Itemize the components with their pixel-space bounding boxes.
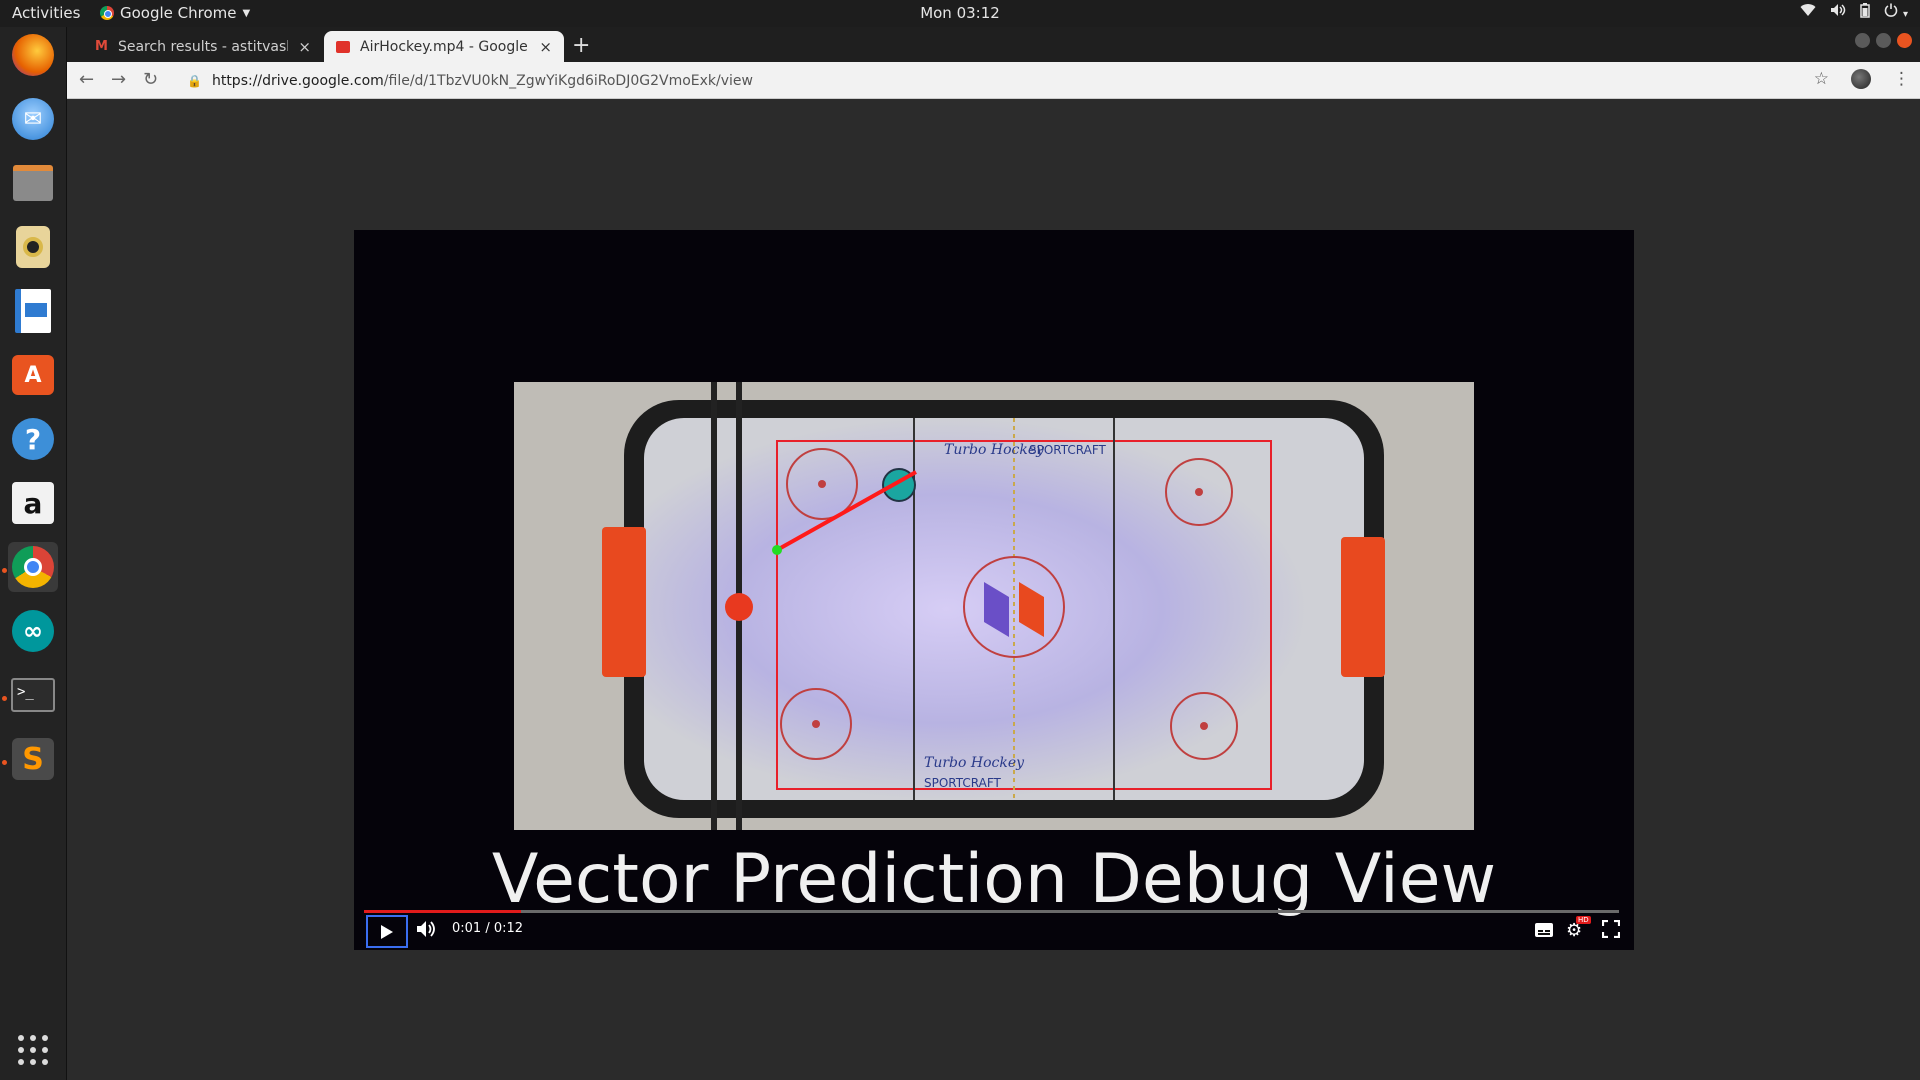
progress-bar[interactable]	[364, 910, 1619, 913]
tab-strip: M Search results - astitvash × AirHockey…	[67, 27, 1920, 62]
settings-button[interactable]: ⚙ HD	[1566, 916, 1591, 941]
maximize-button[interactable]	[1876, 33, 1891, 48]
air-hockey-table-image: Turbo Hockey Turbo Hockey SPORTCRAFT SPO…	[514, 382, 1474, 830]
dock-arduino[interactable]: ∞	[8, 606, 58, 656]
minimize-button[interactable]	[1855, 33, 1870, 48]
captions-button[interactable]	[1534, 922, 1554, 943]
volume-icon	[417, 921, 435, 937]
shopping-bag-icon: A	[12, 355, 54, 395]
power-icon[interactable]: ▾	[1884, 3, 1908, 22]
reload-icon[interactable]: ↻	[143, 69, 158, 90]
close-window-button[interactable]	[1897, 33, 1912, 48]
table-brand-bottom: Turbo Hockey	[924, 755, 1025, 771]
progress-fill	[364, 910, 521, 913]
fullscreen-icon	[1601, 919, 1621, 939]
address-bar[interactable]: 🔒 https://drive.google.com/file/d/1TbzVU…	[177, 66, 1857, 95]
profile-avatar[interactable]	[1851, 69, 1871, 89]
back-arrow-icon[interactable]: ←	[79, 69, 94, 90]
dock-rhythmbox[interactable]	[8, 222, 58, 272]
tab-airhockey-video[interactable]: AirHockey.mp4 - Google D ×	[324, 31, 564, 62]
amazon-icon: a	[12, 482, 54, 524]
chrome-icon	[12, 546, 54, 588]
tab-search-results[interactable]: M Search results - astitvash ×	[83, 31, 323, 62]
dock-writer[interactable]	[8, 286, 58, 336]
drive-viewer: Turbo Hockey Turbo Hockey SPORTCRAFT SPO…	[67, 99, 1920, 1080]
battery-icon[interactable]	[1860, 3, 1870, 22]
wifi-icon[interactable]	[1800, 3, 1816, 22]
video-player[interactable]: Turbo Hockey Turbo Hockey SPORTCRAFT SPO…	[354, 230, 1634, 950]
video-controls: 0:01 / 0:12 ⚙ HD	[354, 910, 1634, 950]
close-tab-icon[interactable]: ×	[539, 38, 552, 56]
volume-icon[interactable]	[1830, 3, 1846, 22]
gmail-icon: M	[95, 39, 108, 54]
drive-video-icon	[336, 40, 350, 53]
clock[interactable]: Mon 03:12	[920, 4, 1000, 22]
arduino-icon: ∞	[12, 610, 54, 652]
help-icon: ?	[12, 418, 54, 460]
window-controls	[1855, 33, 1912, 48]
terminal-icon: >_	[11, 678, 55, 712]
thunderbird-icon: ✉	[12, 98, 54, 140]
lock-icon: 🔒	[187, 73, 202, 88]
show-applications-icon	[18, 1035, 48, 1065]
url-host: https://drive.google.com	[211, 72, 384, 89]
dock-firefox[interactable]	[8, 30, 58, 80]
dock-chrome[interactable]	[8, 542, 58, 592]
fullscreen-button[interactable]	[1601, 919, 1621, 943]
sublime-text-icon: S	[12, 738, 54, 780]
menu-kebab-icon[interactable]: ⋮	[1893, 69, 1910, 89]
chrome-icon	[100, 6, 114, 20]
hd-badge: HD	[1576, 916, 1591, 924]
running-indicator	[2, 696, 7, 701]
new-tab-button[interactable]: +	[572, 33, 590, 58]
dock-ubuntu-software[interactable]: A	[8, 350, 58, 400]
url-text: https://drive.google.com/file/d/1TbzVU0k…	[212, 73, 753, 89]
firefox-icon	[12, 34, 54, 76]
app-menu-label: Google Chrome	[120, 4, 237, 22]
url-path: /file/d/1TbzVU0kN_ZgwYiKgd6iRoDJ0G2VmoEx…	[383, 72, 753, 89]
table-maker-bottom: SPORTCRAFT	[924, 776, 1002, 790]
volume-button[interactable]	[416, 920, 436, 943]
video-caption: Vector Prediction Debug View	[491, 840, 1497, 919]
file-cabinet-icon	[13, 165, 53, 201]
dock-amazon[interactable]: a	[8, 478, 58, 528]
dock-terminal[interactable]: >_	[8, 670, 58, 720]
forward-arrow-icon[interactable]: →	[111, 69, 126, 90]
caret-down-icon: ▼	[242, 7, 251, 19]
table-maker-top: SPORTCRAFT	[1029, 443, 1107, 457]
show-applications-button[interactable]	[8, 1025, 58, 1075]
captions-icon	[1535, 923, 1553, 937]
dock-help[interactable]: ?	[8, 414, 58, 464]
tab-title: AirHockey.mp4 - Google D	[360, 38, 530, 55]
system-tray[interactable]: ▾	[1800, 3, 1908, 22]
play-icon	[381, 924, 393, 939]
system-top-bar: Activities Google Chrome ▼ Mon 03:12 ▾	[0, 0, 1920, 27]
activities-button[interactable]: Activities	[12, 4, 80, 22]
app-menu[interactable]: Google Chrome ▼	[100, 4, 250, 22]
tab-title: Search results - astitvash	[117, 38, 289, 55]
browser-toolbar: ← → ↻ 🔒 https://drive.google.com/file/d/…	[67, 62, 1920, 99]
play-button[interactable]	[366, 915, 408, 948]
dock-thunderbird[interactable]: ✉	[8, 94, 58, 144]
dock-files[interactable]	[8, 158, 58, 208]
dock: ✉ A ? a ∞ >_ S	[0, 27, 67, 1080]
speaker-icon	[16, 226, 50, 268]
time-display: 0:01 / 0:12	[452, 921, 524, 936]
document-icon	[15, 289, 51, 333]
running-indicator	[2, 568, 7, 573]
close-tab-icon[interactable]: ×	[298, 38, 311, 56]
video-frame[interactable]: Turbo Hockey Turbo Hockey SPORTCRAFT SPO…	[514, 382, 1474, 830]
bookmark-star-icon[interactable]: ☆	[1814, 69, 1829, 89]
dock-sublime[interactable]: S	[8, 734, 58, 784]
running-indicator	[2, 760, 7, 765]
